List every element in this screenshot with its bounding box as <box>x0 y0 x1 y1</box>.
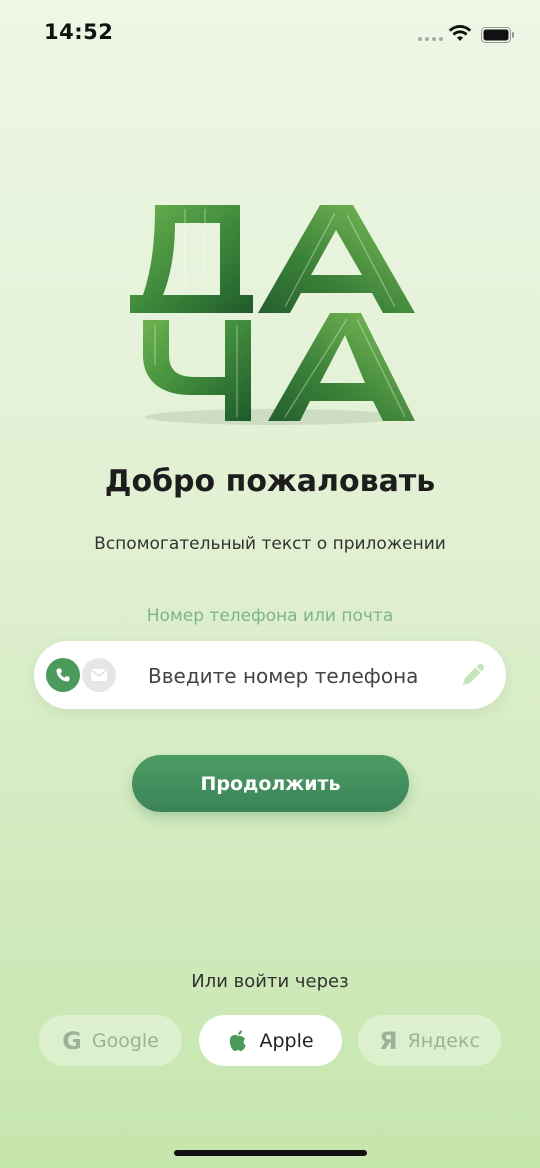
phone-icon[interactable] <box>46 658 80 692</box>
status-time: 14:52 <box>44 20 114 44</box>
apple-icon <box>230 1029 247 1051</box>
yandex-label: Яндекс <box>407 1029 480 1052</box>
social-login-buttons: G Google Apple Я Яндекс <box>39 1015 501 1066</box>
yandex-icon: Я <box>379 1026 398 1055</box>
cellular-signal-icon <box>418 37 443 41</box>
login-mode-toggle[interactable] <box>46 658 118 692</box>
pencil-icon <box>463 663 485 685</box>
social-login-label: Или войти через <box>191 971 349 992</box>
dacha-logo <box>130 205 415 425</box>
login-field <box>34 641 506 711</box>
home-indicator[interactable] <box>174 1150 367 1156</box>
apple-label: Apple <box>259 1029 314 1052</box>
apple-login-button[interactable]: Apple <box>199 1015 342 1066</box>
google-login-button[interactable]: G Google <box>39 1015 182 1066</box>
login-field-label: Номер телефона или почта <box>146 606 394 626</box>
welcome-subtitle: Вспомогательный текст о приложении <box>94 534 446 554</box>
mail-icon[interactable] <box>82 658 116 692</box>
google-label: Google <box>91 1029 159 1052</box>
google-icon: G <box>62 1026 82 1055</box>
welcome-title: Добро пожаловать <box>104 464 436 499</box>
continue-button[interactable]: Продолжить <box>132 755 409 812</box>
battery-icon <box>481 27 514 43</box>
status-bar: 14:52 <box>0 0 540 70</box>
wifi-icon <box>448 25 472 41</box>
phone-input[interactable] <box>146 641 450 711</box>
yandex-login-button[interactable]: Я Яндекс <box>358 1015 501 1066</box>
